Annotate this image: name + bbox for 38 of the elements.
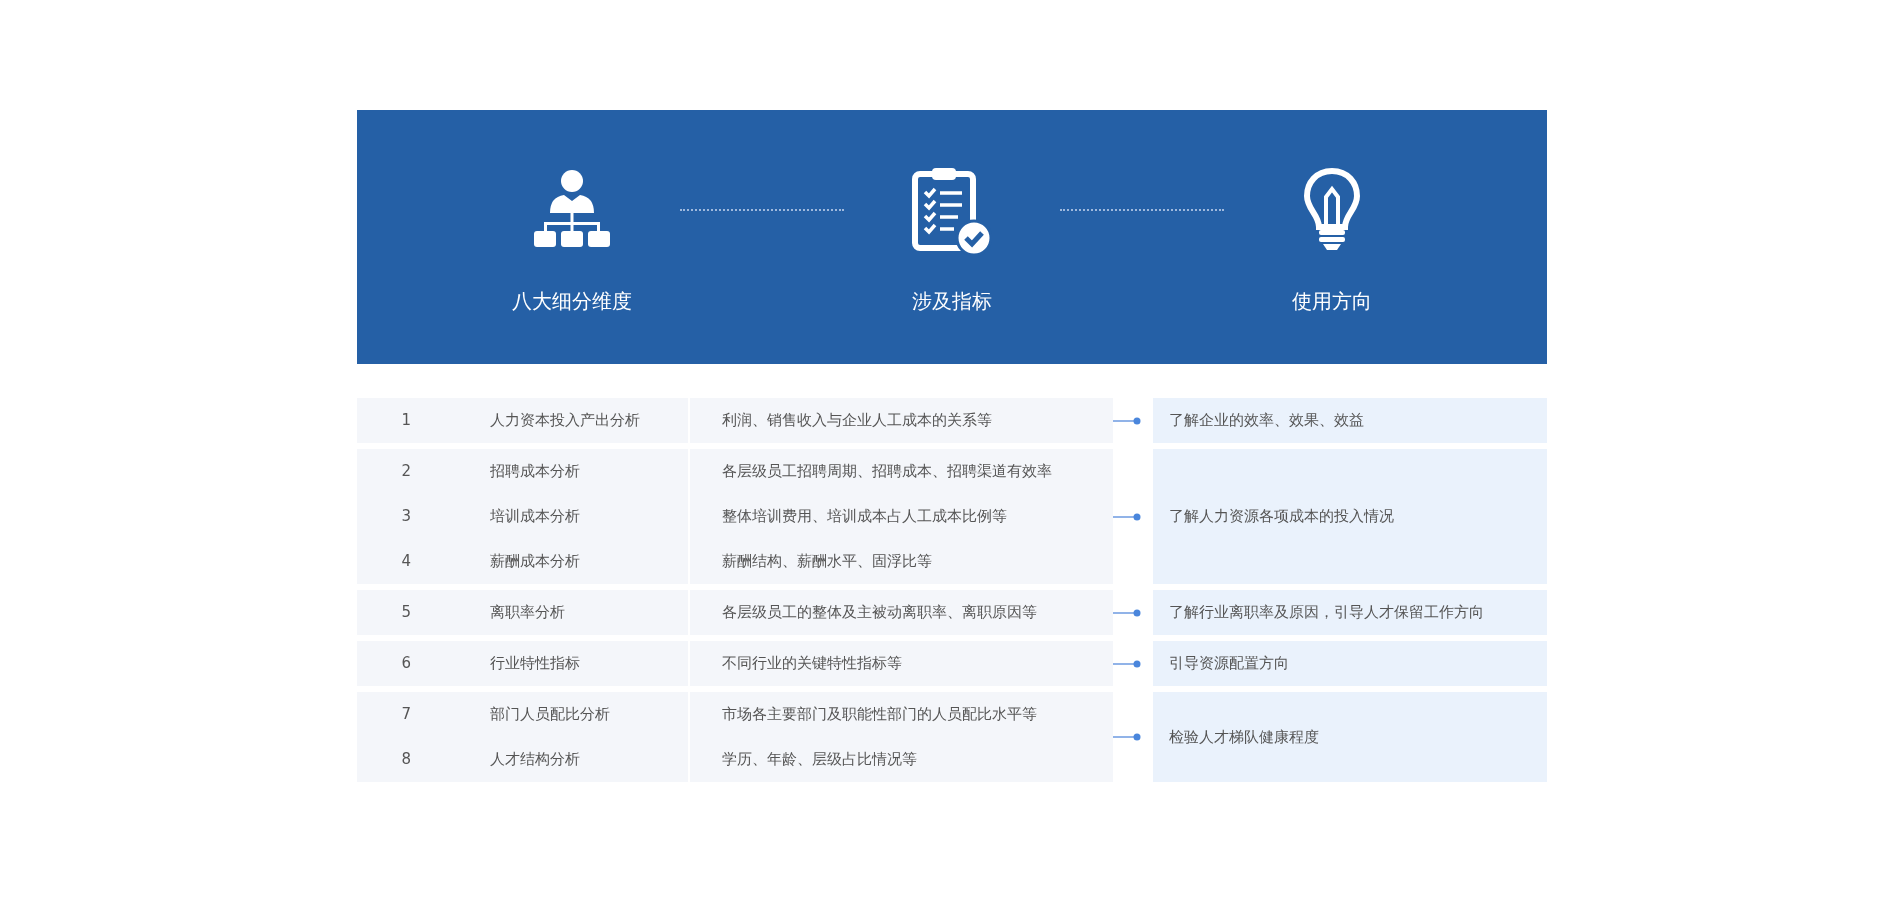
row-number: 6 xyxy=(400,653,413,675)
connector-line xyxy=(1112,512,1141,521)
dimension-name: 薪酬成本分析 xyxy=(489,551,580,573)
dimension-name: 培训成本分析 xyxy=(489,506,580,528)
row-number: 3 xyxy=(400,506,413,528)
indicator-text: 各层级员工招聘周期、招聘成本、招聘渠道有效率 xyxy=(721,461,1052,481)
dimension-name: 行业特性指标 xyxy=(489,653,580,675)
dimension-name: 部门人员配比分析 xyxy=(489,704,610,726)
connector-line xyxy=(1112,733,1141,741)
row-number: 4 xyxy=(400,551,413,573)
light-bulb-icon xyxy=(1301,167,1362,253)
dimension-name: 人才结构分析 xyxy=(489,749,580,771)
indicator-text: 各层级员工的整体及主被动离职率、离职原因等 xyxy=(721,602,1037,622)
indicator-text: 整体培训费用、培训成本占人工成本比例等 xyxy=(721,506,1007,526)
connector-line xyxy=(1112,416,1141,425)
indicator-text: 市场各主要部门及职能性部门的人员配比水平等 xyxy=(721,704,1037,724)
row-number: 5 xyxy=(400,602,413,624)
column-heading: 涉及指标 xyxy=(911,288,992,315)
usage-text: 引导资源配置方向 xyxy=(1168,653,1289,675)
dimension-name: 人力资本投入产出分析 xyxy=(489,410,640,432)
row-number: 2 xyxy=(400,461,413,483)
indicator-text: 不同行业的关键特性指标等 xyxy=(721,653,902,673)
row-number: 1 xyxy=(400,410,413,432)
connector-line xyxy=(1112,608,1141,617)
usage-text: 了解企业的效率、效果、效益 xyxy=(1168,410,1364,432)
usage-text: 了解行业离职率及原因，引导人才保留工作方向 xyxy=(1168,602,1484,624)
indicator-text: 利润、销售收入与企业人工成本的关系等 xyxy=(721,410,992,430)
dimension-name: 离职率分析 xyxy=(489,602,565,624)
row-number: 7 xyxy=(400,704,413,726)
dimension-name: 招聘成本分析 xyxy=(489,461,580,483)
indicator-text: 学历、年龄、层级占比情况等 xyxy=(721,749,917,769)
column-heading: 八大细分维度 xyxy=(511,288,632,315)
usage-text: 了解人力资源各项成本的投入情况 xyxy=(1168,506,1394,528)
indicator-text: 薪酬结构、薪酬水平、固浮比等 xyxy=(721,551,932,571)
usage-text: 检验人才梯队健康程度 xyxy=(1168,726,1319,748)
connector-line xyxy=(1112,659,1141,668)
row-number: 8 xyxy=(400,749,413,771)
column-heading: 使用方向 xyxy=(1291,288,1372,315)
